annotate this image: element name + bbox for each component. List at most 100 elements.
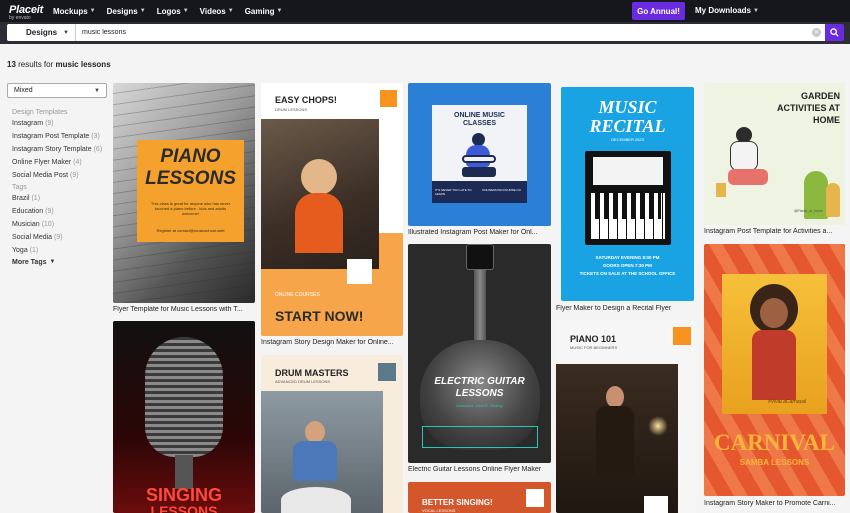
sheet-music (593, 157, 663, 185)
tag-label: Education (12, 208, 44, 216)
nav-item-gaming[interactable]: Gaming ▼ (245, 7, 283, 16)
clear-search-icon[interactable]: ✕ (812, 28, 821, 37)
search-category-label: Designs (26, 28, 58, 37)
more-tags-label: More Tags (12, 258, 47, 266)
story-cta: START NOW! (275, 308, 364, 324)
card-caption[interactable]: Instagram Story Design Maker for Online.… (261, 339, 403, 346)
template-card-online-music-classes[interactable]: ONLINE MUSIC CLASSES IT'S NEVER TOO LATE… (408, 83, 551, 226)
search-icon (830, 28, 839, 37)
garden-title: GARDEN ACTIVITIES AT HOME (777, 91, 840, 125)
filter-sidebar: Design Templates Instagram (9) Instagram… (12, 108, 112, 266)
my-downloads-menu[interactable]: My Downloads ▼ (695, 6, 759, 15)
template-card-singing-lessons[interactable]: SINGING LESSONS (113, 321, 255, 513)
nav-item-designs[interactable]: Designs ▼ (107, 7, 146, 16)
drummer-photo (261, 391, 383, 513)
chevron-down-icon: ▼ (63, 29, 69, 36)
microphone-icon (145, 337, 223, 457)
template-card-music-recital[interactable]: MUSIC RECITAL DECEMBER 2023 SATURDAY EVE… (561, 87, 694, 301)
card-caption[interactable]: Flyer Template for Music Lessons with T.… (113, 306, 255, 313)
top-navigation: Placeit by envato Mockups ▼ Designs ▼ Logo… (0, 0, 850, 22)
downloads-label: My Downloads (695, 6, 752, 15)
filter-count: (4) (73, 158, 82, 166)
template-card-drum-masters[interactable]: DRUM MASTERS ADVANCED DRUM LESSONS (261, 355, 403, 513)
drummer-body (293, 441, 337, 481)
search-button[interactable] (825, 24, 844, 41)
search-input[interactable] (76, 24, 825, 41)
garden-illustration (714, 125, 784, 207)
flyer-title: PIANO LESSONS (145, 146, 236, 189)
slate-square (378, 363, 396, 381)
guitar-instructor: Instructor: John R. Searcy (456, 403, 503, 408)
filter-count: (9) (69, 171, 79, 179)
tag-label: Yoga (12, 247, 28, 255)
lamp-light (648, 416, 668, 436)
chevron-down-icon: ▼ (753, 7, 759, 14)
filter-count: (9) (45, 120, 54, 127)
chevron-down-icon: ▼ (139, 8, 146, 14)
card-caption[interactable]: Flyer Maker to Design a Recital Flyer (556, 305, 698, 312)
nav-item-mockups[interactable]: Mockups ▼ (53, 7, 96, 16)
filter-label: Online Flyer Maker (12, 158, 72, 166)
sort-select[interactable]: Mixed ▼ (7, 83, 107, 98)
template-card-piano-lessons[interactable]: PIANO LESSONS This class is great for an… (113, 83, 255, 303)
chevron-down-icon: ▼ (89, 8, 96, 14)
story-sub: DRUM LESSONS (275, 107, 308, 112)
guitar-info-box (422, 426, 538, 448)
story-online: ONLINE COURSES (275, 292, 320, 298)
better-sub: VOCAL LESSONS (422, 508, 456, 513)
piano101-sub: MUSIC FOR BEGINNERS (570, 345, 618, 350)
logo-by: by envato (9, 15, 31, 21)
filter-count: (6) (93, 145, 103, 153)
chevron-down-icon: ▼ (94, 87, 100, 94)
placeit-logo[interactable]: Placeit by envato (9, 1, 51, 21)
tag-social-media[interactable]: Social Media (9) (12, 232, 112, 245)
tag-education[interactable]: Education (9) (12, 206, 112, 219)
tag-label: Social Media (12, 234, 53, 242)
tag-label: Brazil (12, 195, 30, 203)
template-card-carnival[interactable]: #VivaLaCarnaval CARNIVAL SAMBA LESSONS (704, 244, 845, 496)
more-tags-toggle[interactable]: More Tags ▼ (12, 259, 112, 266)
drum-icon (281, 487, 351, 513)
tag-musician[interactable]: Musician (10) (12, 219, 112, 232)
tag-count: (9) (45, 208, 54, 216)
go-annual-button[interactable]: Go Annual! (632, 2, 685, 20)
tag-count: (1) (29, 247, 39, 255)
card-caption[interactable]: Electric Guitar Lessons Online Flyer Mak… (408, 466, 550, 473)
nav-item-videos[interactable]: Videos ▼ (200, 7, 234, 16)
filter-social-media-post[interactable]: Social Media Post (9) (12, 170, 112, 183)
template-card-electric-guitar[interactable]: ELECTRIC GUITAR LESSONS Instructor: John… (408, 244, 551, 463)
card-caption[interactable]: Instagram Post Template for Activities a… (704, 228, 846, 235)
filter-instagram-story[interactable]: Instagram Story Template (6) (12, 144, 112, 157)
tag-brazil[interactable]: Brazil (1) (12, 193, 112, 206)
template-card-better-singing[interactable]: BETTER SINGING! VOCAL LESSONS (408, 482, 551, 513)
person-body (295, 193, 343, 253)
filter-instagram-post[interactable]: Instagram Post Template (3) (12, 131, 112, 144)
dancer-face (760, 298, 788, 328)
chevron-down-icon: ▼ (276, 8, 283, 14)
template-card-piano-101[interactable]: PIANO 101 MUSIC FOR BEGINNERS (556, 320, 697, 513)
dancer-photo (722, 274, 827, 414)
filter-instagram[interactable]: Instagram (9) (12, 118, 112, 131)
filter-online-flyer[interactable]: Online Flyer Maker (4) (12, 157, 112, 170)
tag-yoga[interactable]: Yoga (1) (12, 245, 112, 258)
singing-sub: LESSONS (150, 503, 218, 513)
nav-label: Mockups (53, 6, 88, 16)
recital-info-2: DOORS OPEN 7:30 PM (603, 263, 652, 268)
template-card-garden-activities[interactable]: GARDEN ACTIVITIES AT HOME @Plants_at_hom… (704, 83, 845, 225)
flyer-body: This class is great for anyone who has n… (150, 200, 231, 216)
card-caption[interactable]: Instagram Story Maker to Promote Carni..… (704, 500, 846, 507)
black-keys (595, 193, 661, 219)
template-card-easy-chops[interactable]: EASY CHOPS! DRUM LESSONS ONLINE COURSES … (261, 83, 403, 336)
pianist-head (606, 386, 624, 408)
tag-label: Musician (12, 221, 40, 229)
pianist-body (596, 406, 634, 476)
search-category-select[interactable]: Designs ▼ (7, 24, 76, 41)
carnival-tag: #VivaLaCarnaval (768, 399, 806, 405)
nav-item-logos[interactable]: Logos ▼ (157, 7, 189, 16)
drummer-head (305, 421, 325, 443)
card-caption[interactable]: Illustrated Instagram Post Maker for Onl… (408, 229, 550, 236)
plant-icon (826, 183, 840, 217)
results-text: results for (18, 60, 54, 69)
recital-info-1: SATURDAY EVENING 8:00 PM (595, 255, 660, 260)
design-templates-heading: Design Templates (12, 109, 68, 116)
